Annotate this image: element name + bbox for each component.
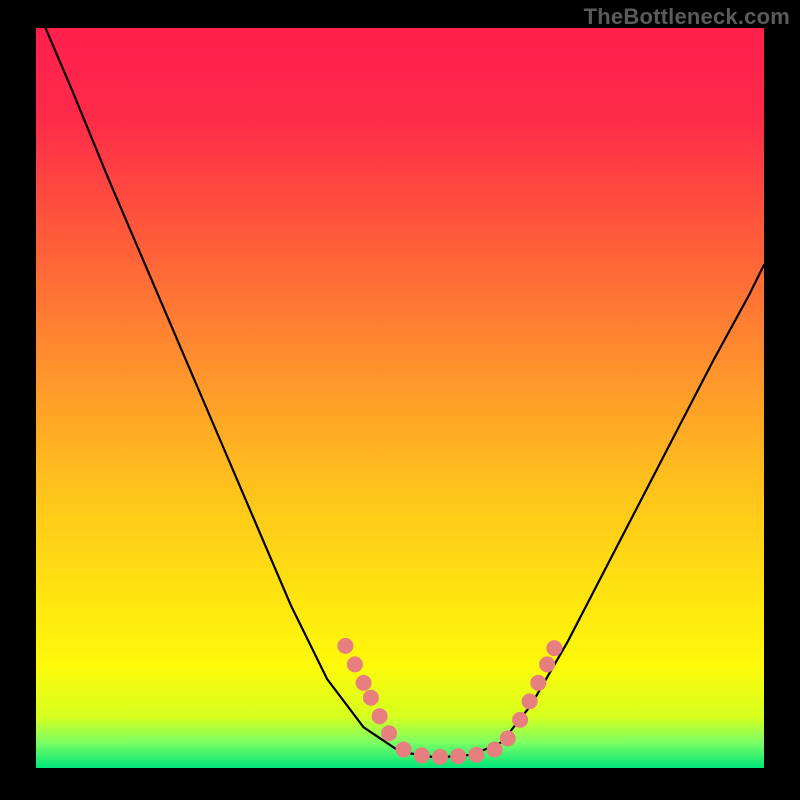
marker-dot <box>530 675 546 691</box>
marker-dot <box>356 675 372 691</box>
marker-dot <box>546 640 562 656</box>
marker-dot <box>396 742 412 758</box>
marker-dot <box>500 730 516 746</box>
marker-dot <box>487 742 503 758</box>
bottleneck-chart <box>0 0 800 800</box>
marker-dot <box>381 725 397 741</box>
marker-dot <box>347 656 363 672</box>
marker-dot <box>432 749 448 765</box>
marker-dot <box>337 638 353 654</box>
marker-dot <box>539 656 555 672</box>
marker-dot <box>450 748 466 764</box>
marker-dot <box>414 747 430 763</box>
marker-dot <box>372 708 388 724</box>
marker-dot <box>363 690 379 706</box>
marker-dot <box>522 693 538 709</box>
watermark-text: TheBottleneck.com <box>584 4 790 30</box>
plot-area <box>36 28 764 768</box>
marker-dot <box>468 747 484 763</box>
marker-dot <box>512 712 528 728</box>
